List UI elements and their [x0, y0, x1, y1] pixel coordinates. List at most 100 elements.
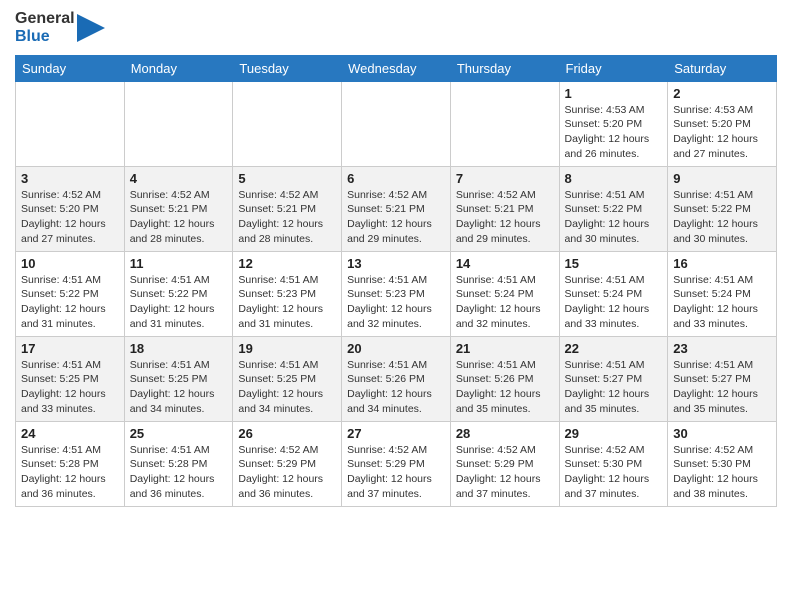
weekday-header-row: SundayMondayTuesdayWednesdayThursdayFrid… [16, 55, 777, 81]
calendar-cell: 27 Sunrise: 4:52 AMSunset: 5:29 PMDayligh… [342, 421, 451, 506]
day-number: 8 [565, 171, 663, 186]
day-number: 15 [565, 256, 663, 271]
logo: General Blue [15, 10, 105, 47]
calendar-cell: 12 Sunrise: 4:51 AMSunset: 5:23 PMDayligh… [233, 251, 342, 336]
day-number: 2 [673, 86, 771, 101]
calendar-cell: 28 Sunrise: 4:52 AMSunset: 5:29 PMDayligh… [450, 421, 559, 506]
calendar-cell: 14 Sunrise: 4:51 AMSunset: 5:24 PMDayligh… [450, 251, 559, 336]
day-info: Sunrise: 4:51 AMSunset: 5:22 PMDaylight:… [21, 273, 119, 332]
day-info: Sunrise: 4:51 AMSunset: 5:23 PMDaylight:… [238, 273, 336, 332]
day-number: 12 [238, 256, 336, 271]
calendar-cell: 23 Sunrise: 4:51 AMSunset: 5:27 PMDayligh… [668, 336, 777, 421]
week-row-3: 17 Sunrise: 4:51 AMSunset: 5:25 PMDayligh… [16, 336, 777, 421]
calendar-cell: 4 Sunrise: 4:52 AMSunset: 5:21 PMDaylight… [124, 166, 233, 251]
day-number: 23 [673, 341, 771, 356]
day-number: 13 [347, 256, 445, 271]
calendar-cell: 10 Sunrise: 4:51 AMSunset: 5:22 PMDayligh… [16, 251, 125, 336]
day-info: Sunrise: 4:52 AMSunset: 5:21 PMDaylight:… [238, 188, 336, 247]
day-info: Sunrise: 4:52 AMSunset: 5:29 PMDaylight:… [456, 443, 554, 502]
calendar-cell: 18Sunrise: 4:51 AMSunset: 5:25 PMDayligh… [124, 336, 233, 421]
week-row-4: 24 Sunrise: 4:51 AMSunset: 5:28 PMDayligh… [16, 421, 777, 506]
weekday-header-friday: Friday [559, 55, 668, 81]
calendar-cell: 17Sunrise: 4:51 AMSunset: 5:25 PMDayligh… [16, 336, 125, 421]
day-number: 9 [673, 171, 771, 186]
calendar-table: SundayMondayTuesdayWednesdayThursdayFrid… [15, 55, 777, 507]
calendar-cell [342, 81, 451, 166]
day-number: 16 [673, 256, 771, 271]
day-info: Sunrise: 4:52 AMSunset: 5:30 PMDaylight:… [673, 443, 771, 502]
logo-area: General Blue [15, 10, 105, 47]
day-number: 5 [238, 171, 336, 186]
day-info: Sunrise: 4:51 AMSunset: 5:24 PMDaylight:… [456, 273, 554, 332]
day-info: Sunrise: 4:52 AMSunset: 5:21 PMDaylight:… [130, 188, 228, 247]
day-number: 24 [21, 426, 119, 441]
day-number: 4 [130, 171, 228, 186]
logo-general: General [15, 10, 75, 28]
calendar-cell: 5 Sunrise: 4:52 AMSunset: 5:21 PMDaylight… [233, 166, 342, 251]
day-number: 21 [456, 341, 554, 356]
calendar-cell: 25 Sunrise: 4:51 AMSunset: 5:28 PMDayligh… [124, 421, 233, 506]
day-info: Sunrise: 4:51 AMSunset: 5:23 PMDaylight:… [347, 273, 445, 332]
calendar-cell: 7Sunrise: 4:52 AMSunset: 5:21 PMDaylight… [450, 166, 559, 251]
week-row-1: 3Sunrise: 4:52 AMSunset: 5:20 PMDaylight… [16, 166, 777, 251]
calendar-cell: 21 Sunrise: 4:51 AMSunset: 5:26 PMDayligh… [450, 336, 559, 421]
calendar-cell: 22 Sunrise: 4:51 AMSunset: 5:27 PMDayligh… [559, 336, 668, 421]
day-info: Sunrise: 4:51 AMSunset: 5:28 PMDaylight:… [130, 443, 228, 502]
day-info: Sunrise: 4:51 AMSunset: 5:27 PMDaylight:… [565, 358, 663, 417]
day-number: 26 [238, 426, 336, 441]
day-number: 29 [565, 426, 663, 441]
day-number: 28 [456, 426, 554, 441]
day-info: Sunrise: 4:51 AMSunset: 5:25 PMDaylight:… [130, 358, 228, 417]
day-number: 6 [347, 171, 445, 186]
weekday-header-sunday: Sunday [16, 55, 125, 81]
calendar-cell: 11 Sunrise: 4:51 AMSunset: 5:22 PMDayligh… [124, 251, 233, 336]
calendar-cell: 29Sunrise: 4:52 AMSunset: 5:30 PMDayligh… [559, 421, 668, 506]
day-info: Sunrise: 4:51 AMSunset: 5:22 PMDaylight:… [565, 188, 663, 247]
day-info: Sunrise: 4:51 AMSunset: 5:24 PMDaylight:… [673, 273, 771, 332]
day-number: 17 [21, 341, 119, 356]
day-info: Sunrise: 4:52 AMSunset: 5:20 PMDaylight:… [21, 188, 119, 247]
day-info: Sunrise: 4:52 AMSunset: 5:21 PMDaylight:… [347, 188, 445, 247]
day-number: 25 [130, 426, 228, 441]
day-info: Sunrise: 4:53 AMSunset: 5:20 PMDaylight:… [565, 103, 663, 162]
day-info: Sunrise: 4:51 AMSunset: 5:22 PMDaylight:… [130, 273, 228, 332]
calendar-cell: 24Sunrise: 4:51 AMSunset: 5:28 PMDayligh… [16, 421, 125, 506]
day-info: Sunrise: 4:51 AMSunset: 5:26 PMDaylight:… [347, 358, 445, 417]
day-number: 20 [347, 341, 445, 356]
day-number: 14 [456, 256, 554, 271]
weekday-header-monday: Monday [124, 55, 233, 81]
day-number: 27 [347, 426, 445, 441]
calendar-cell [233, 81, 342, 166]
day-info: Sunrise: 4:51 AMSunset: 5:26 PMDaylight:… [456, 358, 554, 417]
day-number: 30 [673, 426, 771, 441]
logo-triangle-icon [77, 10, 105, 46]
calendar-page: General Blue SundayMondayTuesdayWednesda… [0, 0, 792, 522]
day-info: Sunrise: 4:53 AMSunset: 5:20 PMDaylight:… [673, 103, 771, 162]
calendar-cell: 1Sunrise: 4:53 AMSunset: 5:20 PMDaylight… [559, 81, 668, 166]
weekday-header-tuesday: Tuesday [233, 55, 342, 81]
day-info: Sunrise: 4:52 AMSunset: 5:29 PMDaylight:… [347, 443, 445, 502]
day-number: 11 [130, 256, 228, 271]
day-number: 7 [456, 171, 554, 186]
calendar-cell [450, 81, 559, 166]
day-number: 10 [21, 256, 119, 271]
day-info: Sunrise: 4:51 AMSunset: 5:27 PMDaylight:… [673, 358, 771, 417]
day-number: 22 [565, 341, 663, 356]
weekday-header-wednesday: Wednesday [342, 55, 451, 81]
calendar-cell: 30 Sunrise: 4:52 AMSunset: 5:30 PMDayligh… [668, 421, 777, 506]
header: General Blue [15, 10, 777, 47]
day-number: 19 [238, 341, 336, 356]
logo-blue: Blue [15, 28, 75, 46]
calendar-cell: 9Sunrise: 4:51 AMSunset: 5:22 PMDaylight… [668, 166, 777, 251]
calendar-cell [124, 81, 233, 166]
calendar-cell: 26Sunrise: 4:52 AMSunset: 5:29 PMDayligh… [233, 421, 342, 506]
calendar-cell: 19Sunrise: 4:51 AMSunset: 5:25 PMDayligh… [233, 336, 342, 421]
day-info: Sunrise: 4:51 AMSunset: 5:24 PMDaylight:… [565, 273, 663, 332]
calendar-cell: 3Sunrise: 4:52 AMSunset: 5:20 PMDaylight… [16, 166, 125, 251]
calendar-cell: 8 Sunrise: 4:51 AMSunset: 5:22 PMDaylight… [559, 166, 668, 251]
weekday-header-thursday: Thursday [450, 55, 559, 81]
calendar-cell: 2 Sunrise: 4:53 AMSunset: 5:20 PMDaylight… [668, 81, 777, 166]
week-row-0: 1Sunrise: 4:53 AMSunset: 5:20 PMDaylight… [16, 81, 777, 166]
calendar-cell: 15 Sunrise: 4:51 AMSunset: 5:24 PMDayligh… [559, 251, 668, 336]
calendar-cell: 13 Sunrise: 4:51 AMSunset: 5:23 PMDayligh… [342, 251, 451, 336]
